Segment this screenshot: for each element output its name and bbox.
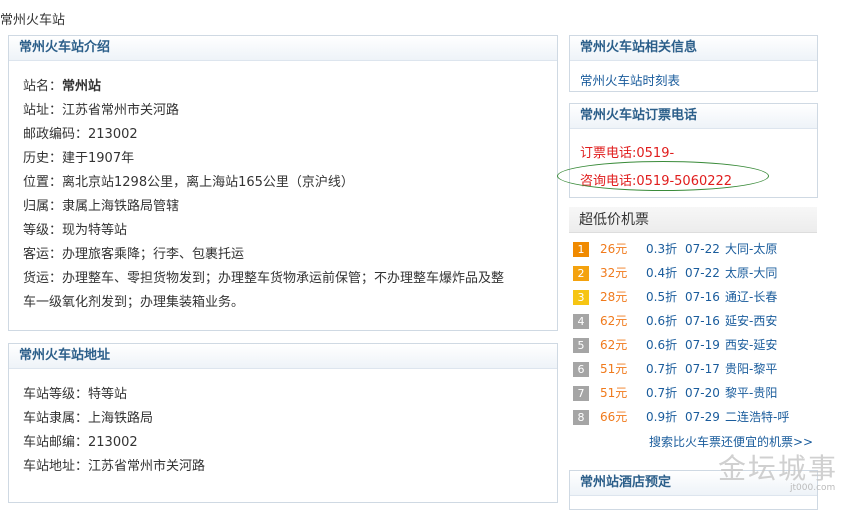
rank-badge: 4 [573, 314, 589, 329]
station-intro-title: 常州火车站介绍 [9, 36, 557, 61]
info-item: 车站邮编：213002 [23, 435, 138, 450]
ticket-price: 28元 [600, 290, 628, 304]
info-item: 等级：现为特等站 [23, 223, 128, 238]
info-item: 车一级氧化剂发到；办理集装箱业务。 [23, 295, 245, 310]
watermark-url: jt000.com [790, 483, 836, 493]
info-item: 车站等级：特等站 [23, 387, 128, 402]
rank-badge: 2 [573, 266, 589, 281]
info-item: 客运：办理旅客乘降；行李、包裹托运 [23, 247, 245, 262]
info-item: 货运：办理整车、零担货物发到；办理整车货物承运前保管；不办理整车爆炸品及整 [23, 271, 505, 286]
ticket-route[interactable]: 延安-西安 [725, 312, 777, 330]
rank-badge: 3 [573, 290, 589, 305]
station-address-list: 车站等级：特等站 车站隶属：上海铁路局 车站邮编：213002 车站地址：江苏省… [9, 369, 557, 479]
related-info-panel: 常州火车站相关信息 常州火车站时刻表 [569, 35, 818, 92]
info-item: 归属：隶属上海铁路局管辖 [23, 199, 180, 214]
watermark-logo: 金坛城事 [718, 452, 839, 485]
ticket-route[interactable]: 通辽-长春 [725, 288, 777, 306]
ticket-price: 66元 [600, 410, 628, 424]
rank-badge: 7 [573, 386, 589, 401]
ticket-discount: 0.4折 [646, 266, 678, 280]
ticket-row[interactable]: 7 51元 0.7折 07-20 黎平-贵阳 [573, 384, 817, 402]
ticket-row[interactable]: 2 32元 0.4折 07-22 太原-大同 [573, 264, 817, 282]
rank-badge: 8 [573, 410, 589, 425]
ticket-date: 07-16 [685, 290, 720, 304]
ticket-date: 07-16 [685, 314, 720, 328]
station-intro-list: 站名：常州站 站址：江苏省常州市关河路 邮政编码：213002 历史：建于190… [9, 61, 557, 315]
ticket-price: 26元 [600, 242, 628, 256]
ticket-date: 07-22 [685, 242, 720, 256]
info-item: 车站隶属：上海铁路局 [23, 411, 154, 426]
ticket-price: 32元 [600, 266, 628, 280]
highlight-ellipse [557, 161, 769, 191]
ticket-date: 07-29 [685, 410, 720, 424]
ticket-route[interactable]: 大同-太原 [725, 240, 777, 258]
ticket-price: 62元 [600, 338, 628, 352]
ticket-price: 51元 [600, 386, 628, 400]
ticket-route[interactable]: 贵阳-黎平 [725, 360, 777, 378]
related-info-title: 常州火车站相关信息 [570, 36, 817, 61]
ticket-route[interactable]: 太原-大同 [725, 264, 777, 282]
ticket-row[interactable]: 1 26元 0.3折 07-22 大同-太原 [573, 240, 817, 258]
rank-badge: 1 [573, 242, 589, 257]
ticket-route[interactable]: 西安-延安 [725, 336, 777, 354]
info-item: 站名：常州站 [23, 79, 102, 94]
cheap-tickets-title: 超低价机票 [569, 207, 817, 233]
ticket-discount: 0.7折 [646, 386, 678, 400]
booking-phone-title: 常州火车站订票电话 [570, 104, 817, 129]
ticket-row[interactable]: 6 51元 0.7折 07-17 贵阳-黎平 [573, 360, 817, 378]
breadcrumb: 常州火车站 [0, 13, 66, 28]
ticket-date: 07-22 [685, 266, 720, 280]
ticket-discount: 0.6折 [646, 338, 678, 352]
timetable-link[interactable]: 常州火车站时刻表 [570, 61, 817, 89]
ticket-discount: 0.7折 [646, 362, 678, 376]
station-intro-panel: 常州火车站介绍 站名：常州站 站址：江苏省常州市关河路 邮政编码：213002 … [8, 35, 558, 331]
ticket-row[interactable]: 3 28元 0.5折 07-16 通辽-长春 [573, 288, 817, 306]
station-address-panel: 常州火车站地址 车站等级：特等站 车站隶属：上海铁路局 车站邮编：213002 … [8, 343, 558, 503]
info-item: 车站地址：江苏省常州市关河路 [23, 459, 206, 474]
ticket-date: 07-17 [685, 362, 720, 376]
rank-badge: 6 [573, 362, 589, 377]
ticket-row[interactable]: 5 62元 0.6折 07-19 西安-延安 [573, 336, 817, 354]
ticket-date: 07-20 [685, 386, 720, 400]
ticket-discount: 0.9折 [646, 410, 678, 424]
station-address-title: 常州火车站地址 [9, 344, 557, 369]
rank-badge: 5 [573, 338, 589, 353]
ticket-date: 07-19 [685, 338, 720, 352]
info-item: 历史：建于1907年 [23, 151, 135, 166]
ticket-price: 62元 [600, 314, 628, 328]
ticket-route[interactable]: 二连浩特-呼 [725, 408, 789, 426]
info-item: 邮政编码：213002 [23, 127, 138, 142]
info-item: 站址：江苏省常州市关河路 [23, 103, 180, 118]
ticket-discount: 0.6折 [646, 314, 678, 328]
ticket-discount: 0.5折 [646, 290, 678, 304]
ticket-row[interactable]: 8 66元 0.9折 07-29 二连浩特-呼 [573, 408, 817, 426]
ticket-route[interactable]: 黎平-贵阳 [725, 384, 777, 402]
info-item: 位置：离北京站1298公里，离上海站165公里（京沪线） [23, 175, 354, 190]
ticket-row[interactable]: 4 62元 0.6折 07-16 延安-西安 [573, 312, 817, 330]
ticket-price: 51元 [600, 362, 628, 376]
ticket-discount: 0.3折 [646, 242, 678, 256]
